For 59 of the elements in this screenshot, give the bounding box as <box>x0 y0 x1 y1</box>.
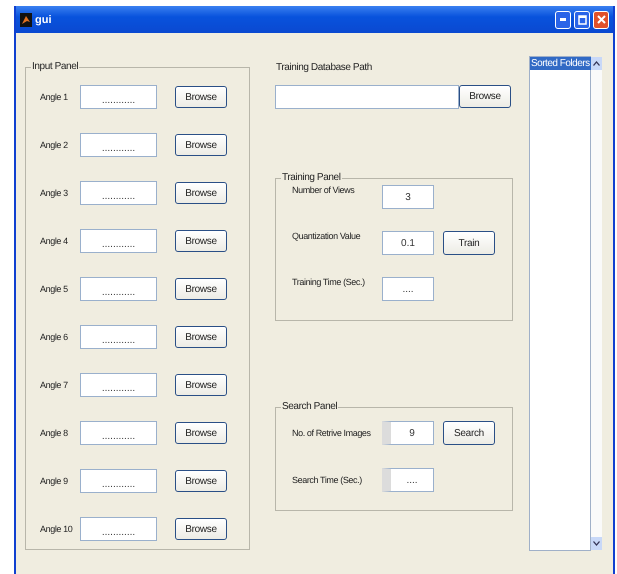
browse-button[interactable]: Browse <box>175 278 227 300</box>
input-field[interactable]: ............ <box>80 517 157 541</box>
browse-button[interactable]: Browse <box>175 230 227 252</box>
field-label: Angle 4 <box>40 236 69 246</box>
field-label: Number of Views <box>292 185 356 195</box>
browse-button[interactable]: Browse <box>175 86 227 108</box>
input-field[interactable]: 9 <box>382 421 434 445</box>
field-label: Angle 10 <box>40 524 74 534</box>
scroll-down-icon[interactable] <box>590 537 602 550</box>
field-label: Angle 9 <box>40 476 69 486</box>
field-label: Quantization Value <box>292 231 362 241</box>
window-title: gui <box>35 14 52 26</box>
field-label: Angle 6 <box>40 332 69 342</box>
input-field[interactable]: .... <box>382 277 434 301</box>
input-field[interactable]: 0.1 <box>382 231 434 255</box>
train-button[interactable]: Train <box>443 231 495 255</box>
app-icon <box>20 12 32 26</box>
input-field[interactable]: ............ <box>80 181 157 205</box>
browse-button[interactable]: Browse <box>175 422 227 444</box>
field-label: No. of Retrive Images <box>292 428 372 438</box>
browse-button[interactable]: Browse <box>175 518 227 540</box>
input-field[interactable]: ............ <box>80 85 157 109</box>
scroll-up-icon[interactable] <box>590 57 602 70</box>
panel-title: Training Panel <box>281 172 342 183</box>
close-icon <box>596 15 606 24</box>
browse-button[interactable]: Browse <box>175 470 227 492</box>
input-field[interactable]: .... <box>382 468 434 492</box>
browse-button[interactable]: Browse <box>175 134 227 156</box>
input-field[interactable]: ............ <box>80 373 157 397</box>
input-field[interactable]: 3 <box>382 185 434 209</box>
input-field[interactable]: ............ <box>80 469 157 493</box>
browse-button[interactable]: Browse <box>175 326 227 348</box>
field-label: Training Database Path <box>276 62 373 73</box>
field-label: Angle 1 <box>40 92 69 102</box>
input-field[interactable]: ............ <box>80 325 157 349</box>
panel-title: Input Panel <box>31 61 80 72</box>
field-label: Angle 8 <box>40 428 69 438</box>
field-label: Angle 2 <box>40 140 69 150</box>
minimize-icon <box>560 18 566 21</box>
browse-button[interactable]: Browse <box>175 374 227 396</box>
field-label: Search Time (Sec.) <box>292 475 363 485</box>
maximize-button[interactable] <box>574 10 590 28</box>
input-field[interactable]: ............ <box>80 133 157 157</box>
close-button[interactable] <box>593 10 609 28</box>
field-label: Angle 5 <box>40 284 69 294</box>
input-field[interactable]: ............ <box>80 277 157 301</box>
input-field[interactable] <box>275 85 459 109</box>
field-label: Angle 7 <box>40 380 69 390</box>
browse-button[interactable]: Browse <box>175 182 227 204</box>
browse-button[interactable]: Browse <box>459 85 511 108</box>
panel-title: Search Panel <box>281 401 338 412</box>
list-item[interactable]: Sorted Folders <box>530 57 591 70</box>
input-field[interactable]: ............ <box>80 421 157 445</box>
field-label: Training Time (Sec.) <box>292 277 366 287</box>
search-button[interactable]: Search <box>443 421 495 445</box>
field-label: Angle 3 <box>40 188 69 198</box>
minimize-button[interactable] <box>555 10 571 28</box>
input-field[interactable]: ............ <box>80 229 157 253</box>
maximize-icon <box>578 14 586 24</box>
